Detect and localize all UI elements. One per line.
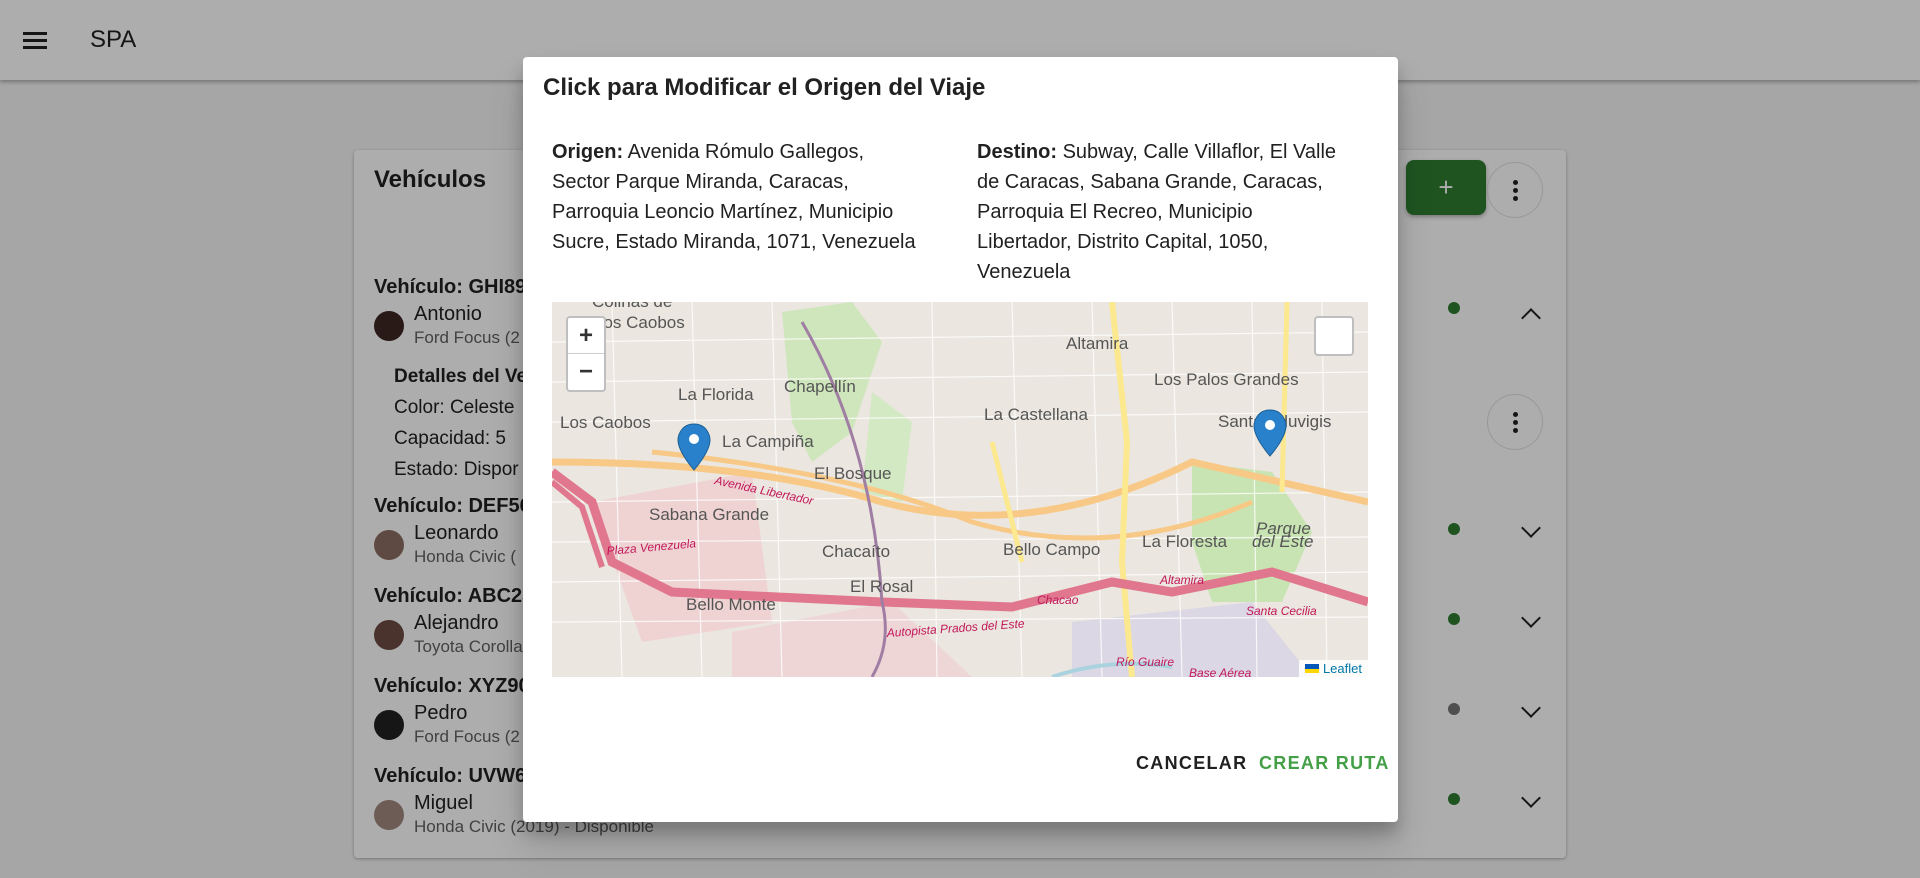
svg-text:Chapellín: Chapellín [784,377,856,396]
zoom-in-button[interactable]: + [568,318,604,354]
route-dialog: Click para Modificar el Origen del Viaje… [523,57,1398,822]
svg-text:Altamira: Altamira [1159,573,1204,587]
svg-text:La Florida: La Florida [678,385,754,404]
destination-address: Destino: Subway, Calle Villaflor, El Val… [977,137,1352,287]
map[interactable]: Colinas de Los Caobos La Florida Chapell… [552,302,1368,677]
svg-text:Los Palos Grandes: Los Palos Grandes [1154,370,1299,389]
create-route-button[interactable]: CREAR RUTA [1259,753,1390,774]
svg-text:Santa Cecilia: Santa Cecilia [1246,604,1317,618]
cancel-button[interactable]: CANCELAR [1136,753,1247,774]
leaflet-link[interactable]: Leaflet [1323,661,1362,676]
svg-text:Altamira: Altamira [1066,334,1129,353]
destination-label: Destino: [977,141,1057,163]
svg-text:Bello Monte: Bello Monte [686,595,776,614]
svg-text:Río Guaire: Río Guaire [1116,655,1174,669]
svg-text:La Campiña: La Campiña [722,432,814,451]
zoom-out-button[interactable]: − [568,354,604,390]
ukraine-flag-icon [1304,664,1319,673]
svg-text:del Este: del Este [1252,532,1313,551]
svg-text:Colinas de: Colinas de [592,302,672,311]
svg-text:Chacaíto: Chacaíto [822,542,890,561]
svg-text:Sabana Grande: Sabana Grande [649,505,769,524]
origin-label: Origen: [552,141,624,163]
origin-address: Origen: Avenida Rómulo Gallegos, Sector … [552,137,927,257]
svg-text:Los Caobos: Los Caobos [560,413,651,432]
svg-text:La Floresta: La Floresta [1142,532,1228,551]
svg-text:Bello Campo: Bello Campo [1003,540,1100,559]
map-attribution: Leaflet [1298,660,1368,677]
svg-text:Base Aérea: Base Aérea [1189,666,1252,677]
zoom-control: + − [566,316,606,392]
layers-control[interactable] [1314,316,1354,356]
svg-text:Los Caobos: Los Caobos [594,313,685,332]
svg-text:El Rosal: El Rosal [850,577,913,596]
svg-text:La Castellana: La Castellana [984,405,1089,424]
svg-text:Chacao: Chacao [1037,593,1079,607]
svg-text:El Bosque: El Bosque [814,464,892,483]
dialog-title: Click para Modificar el Origen del Viaje [543,74,986,101]
